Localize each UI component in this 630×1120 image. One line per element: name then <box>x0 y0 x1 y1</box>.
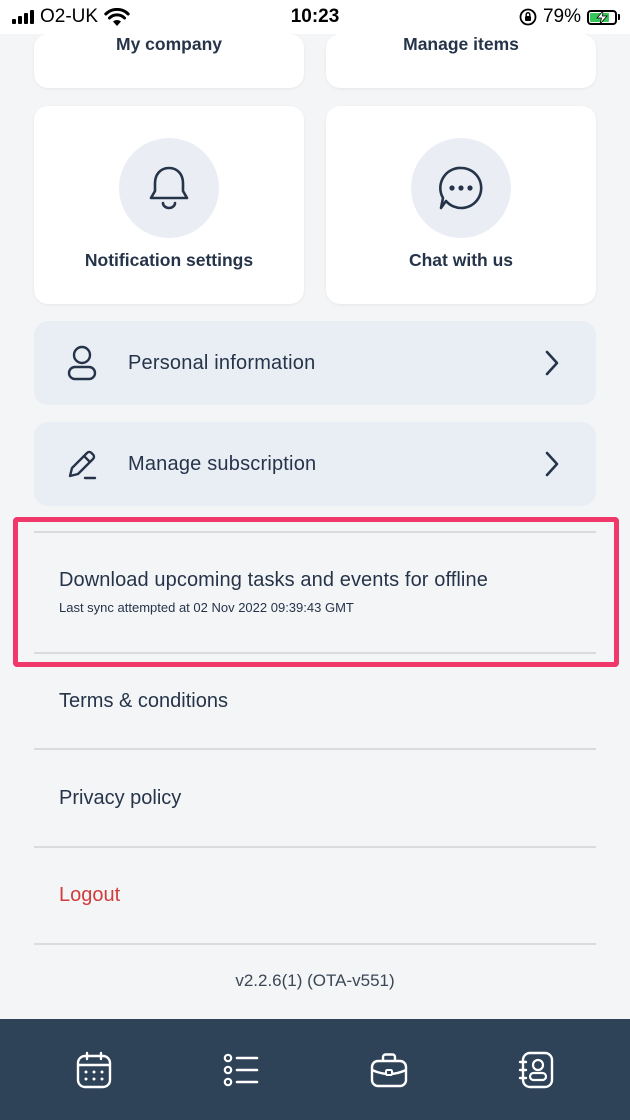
chat-with-us-label: Chat with us <box>408 250 514 270</box>
battery-charging-icon <box>587 9 620 25</box>
download-offline-button[interactable]: Download upcoming tasks and events for o… <box>59 569 488 592</box>
app-version: v2.2.6(1) (OTA-v551) <box>235 971 395 990</box>
divider <box>34 652 596 654</box>
status-bar: O2-UK 10:23 79% <box>0 0 630 34</box>
orientation-lock-icon <box>519 8 537 26</box>
privacy-link[interactable]: Privacy policy <box>59 787 181 810</box>
user-icon <box>62 343 102 383</box>
my-company-label: My company <box>116 34 222 54</box>
nav-calendar[interactable] <box>64 1040 124 1100</box>
nav-briefcase[interactable] <box>359 1040 419 1100</box>
status-right: 79% <box>519 6 620 28</box>
personal-information-row[interactable]: Personal information <box>34 321 596 405</box>
terms-link[interactable]: Terms & conditions <box>59 690 228 713</box>
notification-settings-label: Notification settings <box>84 250 254 270</box>
chevron-right-icon <box>545 451 559 477</box>
list-icon <box>223 1053 259 1086</box>
chevron-right-icon <box>545 350 559 376</box>
manage-items-label: Manage items <box>403 34 519 54</box>
logout-button[interactable]: Logout <box>59 884 120 907</box>
divider <box>34 846 596 848</box>
manage-subscription-label: Manage subscription <box>128 452 317 475</box>
divider <box>34 943 596 945</box>
highlight-box <box>13 517 619 667</box>
wifi-icon <box>104 7 130 26</box>
notification-settings-card[interactable]: Notification settings <box>34 106 304 304</box>
pencil-icon <box>62 444 102 484</box>
nav-contacts[interactable] <box>506 1040 566 1100</box>
divider <box>34 531 596 533</box>
manage-items-card[interactable]: Manage items <box>326 34 596 88</box>
nav-list[interactable] <box>211 1040 271 1100</box>
bottom-nav <box>0 1019 630 1120</box>
manage-subscription-row[interactable]: Manage subscription <box>34 422 596 506</box>
my-company-card[interactable]: My company <box>34 34 304 88</box>
signal-icon <box>12 10 34 24</box>
battery-percent: 79% <box>542 6 581 27</box>
contacts-icon <box>519 1051 554 1088</box>
bell-icon <box>119 138 219 238</box>
calendar-icon <box>76 1051 111 1088</box>
last-sync-text: Last sync attempted at 02 Nov 2022 09:39… <box>59 600 354 615</box>
carrier-label: O2-UK <box>40 6 99 27</box>
briefcase-icon <box>370 1052 407 1087</box>
chat-with-us-card[interactable]: Chat with us <box>326 106 596 304</box>
divider <box>34 748 596 750</box>
chat-bubble-icon <box>411 138 511 238</box>
status-left: O2-UK <box>12 6 130 28</box>
personal-information-label: Personal information <box>128 351 316 374</box>
